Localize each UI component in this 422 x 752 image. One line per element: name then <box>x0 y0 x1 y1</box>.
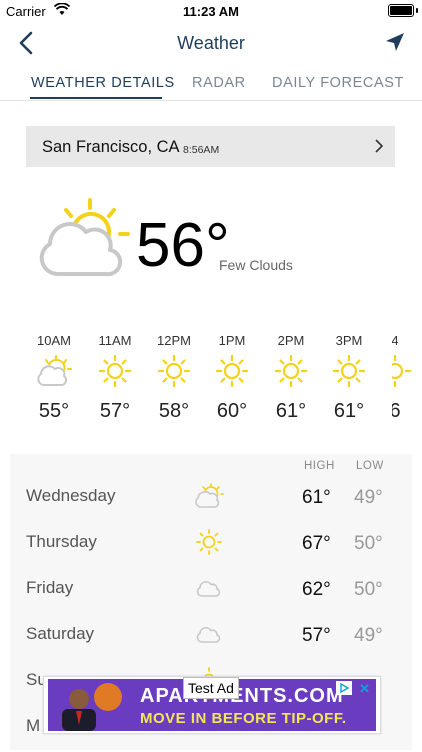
hour-temp: 55° <box>38 400 70 422</box>
daily-row[interactable]: Saturday 57° 49° <box>10 614 412 660</box>
hourly-item-clipped: 4 6 <box>392 333 422 433</box>
sun-icon <box>274 354 308 388</box>
sun-icon <box>157 354 191 388</box>
tab-daily-forecast[interactable]: DAILY FORECAST <box>272 75 404 91</box>
cloud-icon <box>196 627 221 643</box>
high-column-header: HIGH <box>304 460 335 472</box>
sun-icon <box>332 354 366 388</box>
hour-time: 11AM <box>98 333 132 348</box>
hour-time: 2PM <box>277 333 305 348</box>
daily-row[interactable]: Friday 62° 50° <box>10 568 412 614</box>
battery-icon <box>388 4 414 17</box>
test-ad-label: Test Ad <box>183 677 239 699</box>
sun-icon <box>196 529 222 555</box>
hour-temp: 60° <box>216 400 248 422</box>
day-name: M <box>26 716 41 735</box>
day-high: 62° <box>302 579 331 600</box>
ad-close-icon[interactable]: ✕ <box>359 681 370 697</box>
status-bar: Carrier 11:23 AM <box>0 0 422 22</box>
hour-time: 10AM <box>37 333 71 348</box>
hourly-item: 12PM 58° <box>145 333 203 423</box>
hour-temp: 6 <box>392 400 401 422</box>
day-low: 50° <box>354 579 383 600</box>
hour-time: 3PM <box>335 333 363 348</box>
battery-tip <box>416 8 418 13</box>
day-high: 61° <box>302 487 331 508</box>
ad-choices-icon[interactable] <box>336 681 352 695</box>
day-low: 50° <box>354 533 383 554</box>
current-condition: Few Clouds <box>219 257 293 273</box>
hour-temp: 58° <box>158 400 190 422</box>
sun-icon <box>215 354 249 388</box>
hour-time: 4 <box>392 333 399 348</box>
day-name: Friday <box>26 578 74 597</box>
location-arrow-icon[interactable] <box>384 31 406 53</box>
hour-temp: 57° <box>99 400 131 422</box>
hour-time: 1PM <box>218 333 246 348</box>
hourly-item: 1PM 60° <box>203 333 261 423</box>
day-name: Thursday <box>26 532 97 551</box>
tab-weather-details[interactable]: WEATHER DETAILS <box>31 75 175 91</box>
cloud-icon <box>196 581 221 597</box>
daily-row[interactable]: Thursday 67° 50° <box>10 522 412 568</box>
day-high: 57° <box>302 625 331 646</box>
partly-sunny-icon <box>37 355 72 386</box>
hourly-item: 10AM 55° <box>25 333 83 423</box>
hourly-item: 2PM 61° <box>262 333 320 423</box>
chevron-right-icon <box>375 139 384 153</box>
day-low: 49° <box>354 625 383 646</box>
sun-icon <box>98 354 132 388</box>
daily-row[interactable]: Wednesday 61° 49° <box>10 476 412 522</box>
partly-sunny-icon <box>39 198 130 277</box>
person-image <box>62 689 96 731</box>
low-column-header: LOW <box>356 460 384 472</box>
active-tab-indicator <box>30 97 162 99</box>
hourly-item: 11AM 57° <box>86 333 144 423</box>
status-time: 11:23 AM <box>183 4 239 19</box>
hourly-item: 3PM 61° <box>320 333 378 423</box>
hourly-item: 4 6 <box>392 333 422 423</box>
basketball-image <box>94 683 122 711</box>
tab-radar[interactable]: RADAR <box>192 75 246 91</box>
ad-headline: APARTMENTS.COM <box>140 685 344 707</box>
ad-subline: MOVE IN BEFORE TIP-OFF. <box>140 710 347 727</box>
ad-banner[interactable]: APARTMENTS.COM MOVE IN BEFORE TIP-OFF. ✕… <box>43 676 381 734</box>
day-high: 67° <box>302 533 331 554</box>
hour-time: 12PM <box>157 333 191 348</box>
day-low: 49° <box>354 487 383 508</box>
location-selector[interactable]: San Francisco, CA 8:56AM <box>26 126 395 167</box>
page-title: Weather <box>177 33 245 53</box>
location-time: 8:56AM <box>183 144 220 156</box>
day-name: Wednesday <box>26 486 116 505</box>
day-name: Saturday <box>26 624 95 643</box>
sun-icon <box>392 354 412 388</box>
current-temperature: 56° <box>136 211 230 280</box>
hour-temp: 61° <box>275 400 307 422</box>
partly-sunny-icon <box>195 483 224 508</box>
tabs-divider <box>0 100 422 101</box>
hour-temp: 61° <box>333 400 365 422</box>
location-city: San Francisco, CA <box>42 138 180 156</box>
